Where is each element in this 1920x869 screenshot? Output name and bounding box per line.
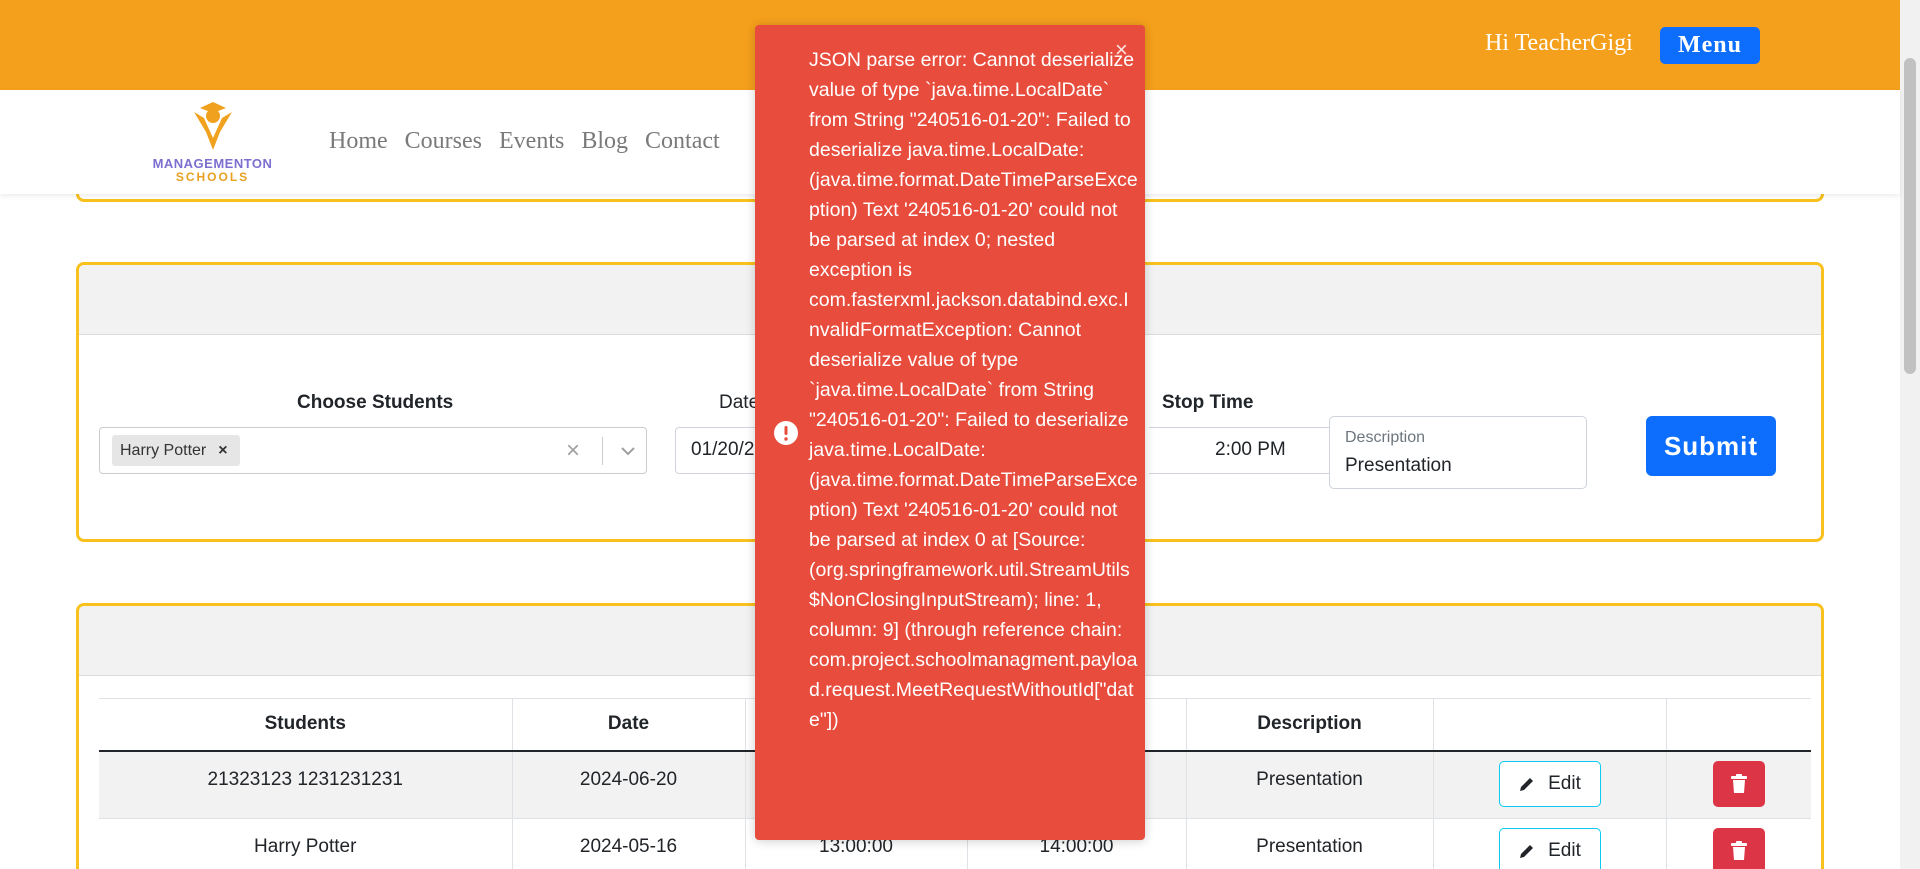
cell-students: Harry Potter	[99, 818, 512, 869]
pencil-icon	[1520, 777, 1534, 791]
brand-name: MANAGEMENTON	[152, 156, 273, 171]
col-description: Description	[1185, 698, 1433, 752]
date-label: Date	[719, 392, 760, 413]
description-label: Description	[1345, 429, 1426, 446]
cell-edit: Edit	[1432, 750, 1666, 819]
stop-time-label: Stop Time	[1162, 392, 1254, 413]
error-message: JSON parse error: Cannot deserialize val…	[809, 49, 1138, 731]
error-icon	[774, 421, 798, 445]
cell-description: Presentation	[1185, 750, 1433, 819]
edit-button[interactable]: Edit	[1498, 760, 1601, 807]
choose-students-label: Choose Students	[297, 392, 454, 413]
brand-logo[interactable]: MANAGEMENTON SCHOOLS	[145, 102, 280, 184]
trash-icon	[1730, 773, 1747, 793]
nav-links: Home Courses Events Blog Contact	[329, 128, 720, 155]
delete-button[interactable]	[1712, 828, 1765, 869]
nav-contact[interactable]: Contact	[645, 128, 720, 155]
brand-subtitle: SCHOOLS	[175, 170, 250, 184]
date-input[interactable]: 01/20/2	[675, 427, 765, 474]
students-multiselect[interactable]: Harry Potter × ×	[99, 427, 647, 474]
edit-label: Edit	[1548, 772, 1581, 794]
cell-date: 2024-06-20	[511, 750, 745, 819]
clear-selection-icon[interactable]: ×	[566, 437, 580, 465]
chip-label: Harry Potter	[120, 441, 207, 459]
nav-events[interactable]: Events	[499, 128, 564, 155]
nav-blog[interactable]: Blog	[581, 128, 628, 155]
cell-delete	[1665, 818, 1811, 869]
nav-home[interactable]: Home	[329, 128, 388, 155]
nav-courses[interactable]: Courses	[405, 128, 482, 155]
cell-date: 2024-05-16	[511, 818, 745, 869]
col-date: Date	[511, 698, 745, 752]
pencil-icon	[1520, 845, 1534, 858]
chevron-down-icon[interactable]	[618, 441, 638, 461]
description-value: Presentation	[1345, 455, 1452, 476]
select-separator	[602, 437, 603, 465]
cell-delete	[1665, 750, 1811, 819]
cell-description: Presentation	[1185, 818, 1433, 869]
col-delete	[1665, 698, 1811, 752]
submit-button[interactable]: Submit	[1646, 416, 1776, 476]
trash-icon	[1730, 841, 1747, 860]
school-logo-icon	[194, 102, 232, 150]
cell-students: 21323123 1231231231	[99, 750, 512, 819]
stop-time-value: 2:00 PM	[1215, 439, 1286, 460]
cell-edit: Edit	[1432, 818, 1666, 869]
menu-button[interactable]: Menu	[1660, 27, 1760, 64]
edit-button[interactable]: Edit	[1498, 828, 1601, 869]
chip-remove-icon[interactable]: ×	[218, 442, 227, 460]
scrollbar-thumb[interactable]	[1904, 58, 1916, 374]
selected-student-chip: Harry Potter ×	[112, 435, 240, 466]
col-edit	[1432, 698, 1666, 752]
edit-label: Edit	[1548, 840, 1581, 861]
error-toast[interactable]: × JSON parse error: Cannot deserialize v…	[755, 25, 1145, 840]
delete-button[interactable]	[1712, 760, 1765, 807]
description-input[interactable]: Description Presentation	[1329, 416, 1587, 489]
page-scrollbar[interactable]	[1900, 0, 1920, 869]
col-students: Students	[99, 698, 512, 752]
user-greeting: Hi TeacherGigi	[1485, 30, 1633, 56]
